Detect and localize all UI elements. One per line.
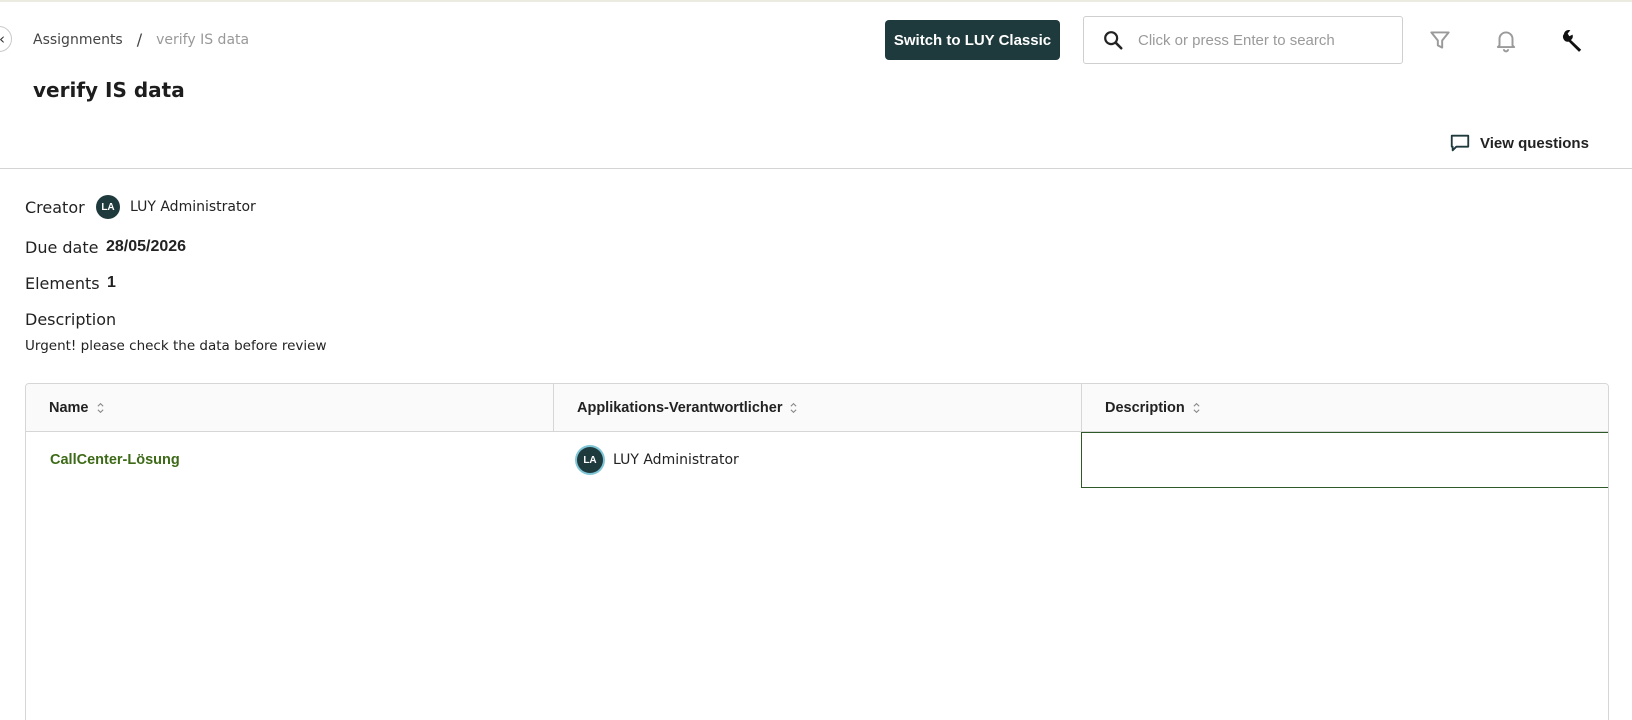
breadcrumb: Assignments / verify IS data: [33, 30, 249, 49]
column-header-label: Description: [1105, 400, 1185, 416]
due-date-label: Due date: [25, 238, 99, 257]
elements-table: Name Applikations-Verantwortlicher Descr…: [25, 383, 1609, 720]
page-title: verify IS data: [33, 78, 185, 102]
elements-label: Elements: [25, 274, 100, 293]
column-header-label: Applikations-Verantwortlicher: [577, 400, 783, 416]
column-header-label: Name: [49, 400, 89, 416]
bell-icon[interactable]: [1493, 27, 1519, 53]
switch-to-classic-button[interactable]: Switch to LUY Classic: [885, 20, 1060, 60]
avatar: LA: [577, 447, 603, 473]
breadcrumb-current: verify IS data: [156, 31, 250, 48]
description-text: Urgent! please check the data before rev…: [25, 338, 327, 354]
description-edit-cell[interactable]: [1081, 432, 1608, 488]
column-header-description[interactable]: Description: [1081, 384, 1608, 432]
sort-icon[interactable]: [96, 401, 105, 415]
filter-icon[interactable]: [1427, 27, 1453, 53]
table-cell-owner: LA LUY Administrator: [553, 432, 1081, 488]
assignment-page: ‹ Assignments / verify IS data verify IS…: [0, 0, 1632, 720]
view-questions-label: View questions: [1480, 134, 1589, 152]
wrench-icon[interactable]: [1559, 27, 1585, 53]
view-questions-button[interactable]: View questions: [1449, 132, 1589, 154]
table-header: Name Applikations-Verantwortlicher Descr…: [26, 384, 1608, 432]
table-row: CallCenter-Lösung LA LUY Administrator: [26, 432, 1608, 488]
comment-icon: [1450, 134, 1470, 152]
breadcrumb-separator: /: [136, 30, 143, 49]
description-label: Description: [25, 310, 117, 329]
chevron-left-icon: ‹: [0, 29, 5, 49]
creator-label: Creator: [25, 198, 85, 217]
column-header-owner[interactable]: Applikations-Verantwortlicher: [553, 384, 1081, 432]
due-date-value: 28/05/2026: [106, 238, 187, 255]
search-input[interactable]: [1138, 31, 1388, 49]
creator-name: LUY Administrator: [130, 199, 256, 215]
search-icon: [1104, 31, 1123, 50]
sort-icon[interactable]: [1192, 401, 1201, 415]
search-box[interactable]: [1083, 16, 1403, 64]
header-divider: [0, 168, 1632, 169]
table-cell-name: CallCenter-Lösung: [26, 432, 553, 488]
elements-count: 1: [107, 274, 116, 291]
breadcrumb-assignments-link[interactable]: Assignments: [33, 32, 123, 48]
creator-avatar: LA: [96, 195, 120, 219]
owner-name: LUY Administrator: [613, 452, 739, 468]
sidebar-collapse-button[interactable]: ‹: [0, 26, 12, 52]
sort-icon[interactable]: [789, 401, 798, 415]
column-header-name[interactable]: Name: [26, 384, 553, 432]
element-link[interactable]: CallCenter-Lösung: [50, 452, 180, 468]
